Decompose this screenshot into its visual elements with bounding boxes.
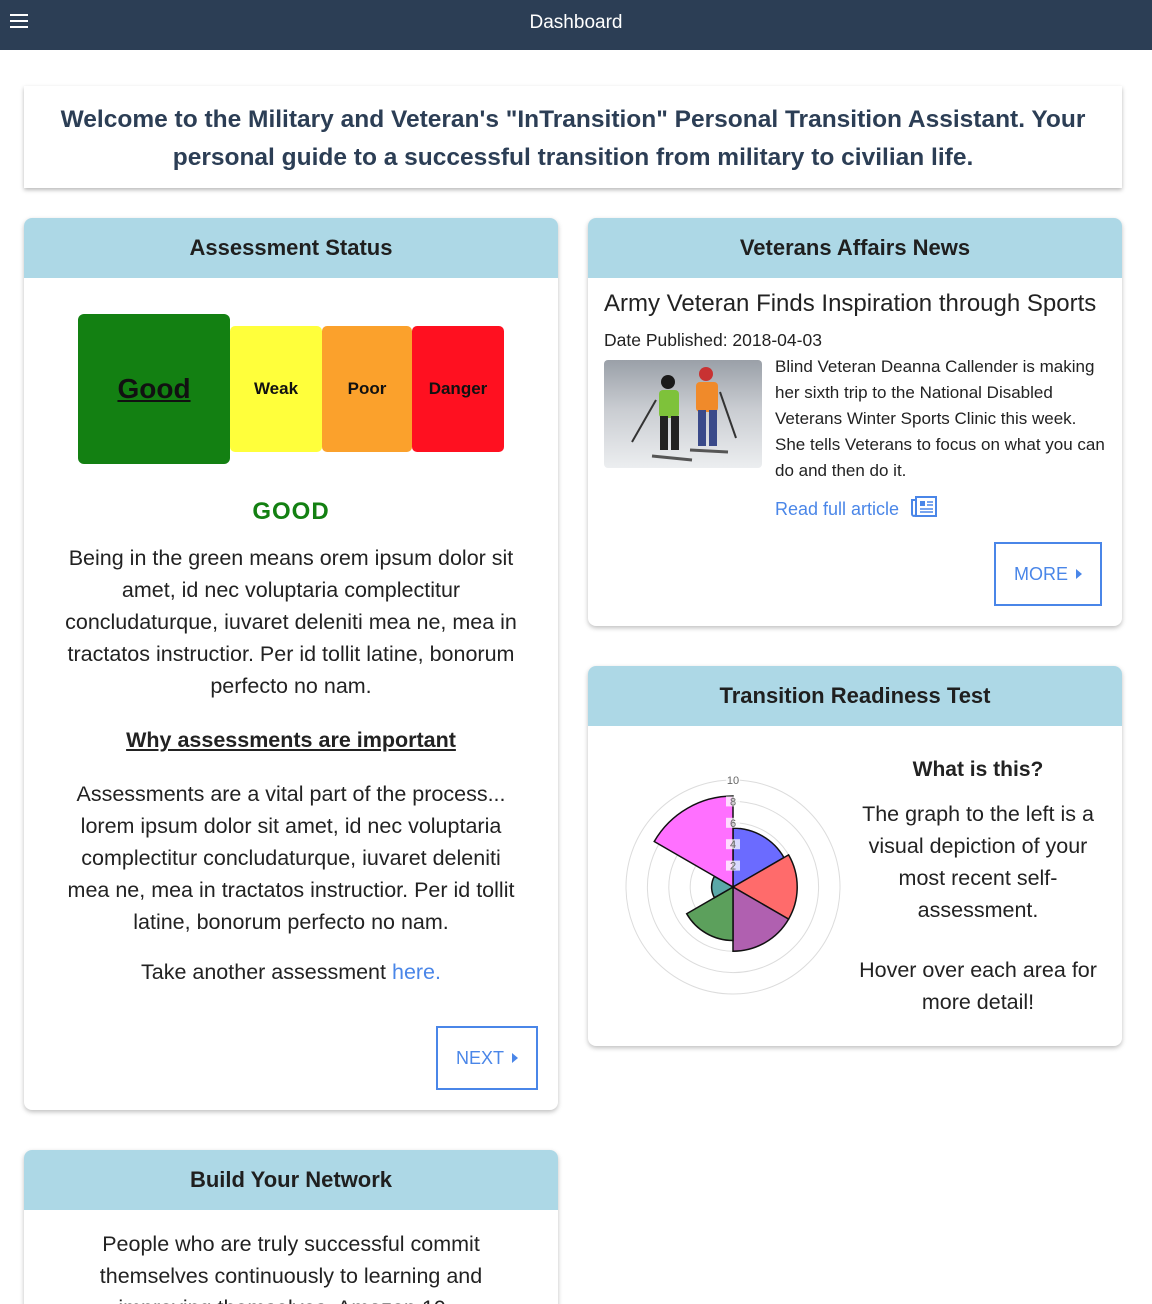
status-level-good[interactable]: Good [78,314,230,464]
va-news-header: Veterans Affairs News [588,218,1122,278]
status-description: Being in the green means orem ipsum dolo… [65,546,517,698]
caret-right-icon [512,1053,518,1063]
news-article-image [604,360,762,468]
page-title: Dashboard [529,12,623,33]
read-full-article-label: Read full article [775,499,900,519]
transition-readiness-header: Transition Readiness Test [588,666,1122,726]
take-another-assessment: Take another assessment here. [24,960,558,985]
polar-slice[interactable] [653,795,734,889]
transition-readiness-card: Transition Readiness Test 2 4 6 8 10 What is… [588,666,1122,1046]
next-button-label: NEXT [455,1047,504,1068]
build-network-header: Build Your Network [24,1150,558,1210]
status-level-poor[interactable]: Poor [322,326,412,452]
hover-instruction-text: Hover over each area for more detail! [859,958,1097,1014]
news-article-title: Army Veteran Finds Inspiration through S… [604,290,1097,317]
polar-tick-label: 10 [727,775,739,787]
assessment-importance-text: Assessments are a vital part of the proc… [67,782,515,934]
status-level-danger[interactable]: Danger [412,326,504,452]
status-scale: Good Weak Poor Danger [78,314,508,464]
news-article-date: Date Published: 2018-04-03 [604,330,822,350]
what-is-this-text: The graph to the left is a visual depict… [862,802,1094,922]
what-is-this-title: What is this? [912,758,1044,781]
polar-tick-label: 2 [730,861,736,873]
take-another-link[interactable]: here. [392,960,441,984]
readiness-polar-chart[interactable]: 2 4 6 8 10 [618,772,848,1002]
build-network-text: People who are truly successful commit t… [99,1232,483,1304]
polar-tick-label: 8 [730,796,736,808]
polar-slice[interactable] [685,885,734,942]
assessment-status-card: Assessment Status Good Weak Poor Danger … [24,218,558,1110]
polar-tick-label: 4 [730,839,736,851]
take-another-text: Take another assessment [141,960,386,984]
assessment-status-header: Assessment Status [24,218,558,278]
build-network-card: Build Your Network People who are truly … [24,1150,558,1304]
newspaper-icon [911,496,938,523]
welcome-banner: Welcome to the Military and Veteran's "I… [24,86,1122,188]
read-full-article-link[interactable]: Read full article [775,496,938,523]
next-button[interactable]: NEXT [436,1026,538,1090]
caret-right-icon [1076,569,1082,579]
why-assessments-link[interactable]: Why assessments are important [24,728,558,753]
current-status-label: GOOD [252,498,330,525]
top-app-bar: Dashboard [0,0,1152,50]
more-news-button[interactable]: MORE [994,542,1102,606]
more-button-label: MORE [1014,563,1068,584]
status-level-weak[interactable]: Weak [230,326,322,452]
news-article-summary: Blind Veteran Deanna Callender is making… [775,357,1105,480]
va-news-card: Veterans Affairs News Army Veteran Finds… [588,218,1122,626]
polar-tick-label: 6 [730,818,736,830]
